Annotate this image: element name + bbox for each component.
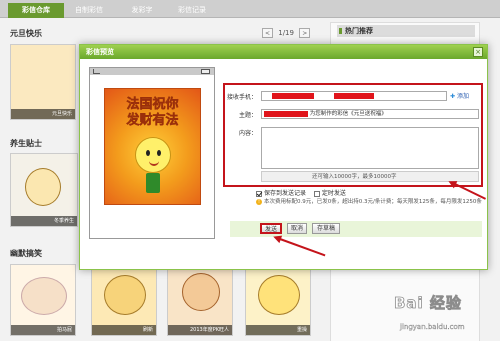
card-funny-3[interactable]: 2013年度PK旺人: [167, 264, 233, 336]
tab-mms-records[interactable]: 彩信记录: [166, 3, 218, 18]
eye-left: [146, 150, 150, 156]
plus-icon: ✚: [450, 93, 456, 100]
recipient-input[interactable]: [261, 91, 447, 101]
top-tab-bar: 彩信仓库 自制彩信 发彩字 彩信记录: [0, 0, 500, 18]
card-newyear[interactable]: 元旦快乐: [10, 44, 76, 120]
card-caption: 冬季养生: [11, 216, 77, 226]
phone-preview: 法国祝你 发财有法: [89, 67, 215, 239]
save-draft-button[interactable]: 存草稿: [312, 223, 340, 234]
mascot-body: [146, 173, 160, 193]
cat-face-icon: [21, 277, 67, 315]
compose-form: 接收手机： ✚ 添加 主题： 为您制作的彩信《元旦送祝福》 内容： 还可输入10…: [223, 83, 483, 187]
info-icon: !: [256, 199, 262, 205]
card-funny-2[interactable]: 刷新: [91, 264, 157, 336]
timed-send-checkbox[interactable]: [313, 190, 320, 197]
options-row: 保存到发送记录 定时发送: [256, 188, 346, 197]
hot-recommend-title: 热门推荐: [337, 25, 475, 37]
section-title-health: 养生贴士: [10, 139, 42, 148]
signal-icon: [93, 69, 100, 74]
eye-right: [157, 150, 161, 156]
cancel-button[interactable]: 取消: [287, 223, 307, 234]
section-title-funny: 幽默搞笑: [10, 249, 42, 258]
recipient-label: 接收手机：: [227, 94, 258, 101]
save-record-label: 保存到发送记录: [264, 190, 307, 197]
tab-diy-mms[interactable]: 自制彩信: [64, 3, 114, 18]
add-label: 添加: [456, 93, 469, 100]
subject-label: 主题：: [238, 112, 257, 119]
card-caption: 重操: [246, 325, 310, 335]
character-face-icon: [182, 273, 220, 311]
card-funny-4[interactable]: 重操: [245, 264, 311, 336]
watermark-logo: Bai 经验: [394, 294, 462, 313]
timed-send-label: 定时发送: [321, 190, 346, 197]
fee-note-text: 本次费用标配0.9元，已发0条，超出持0.3元/条计费；每天限发125条，每月限…: [264, 199, 482, 205]
mms-poster-image: 法国祝你 发财有法: [104, 88, 201, 205]
battery-icon: [201, 69, 210, 74]
card-caption: 元旦快乐: [11, 109, 75, 119]
sun-mascot-icon: [135, 137, 171, 173]
pager-label: 1/19: [278, 29, 294, 37]
card-health[interactable]: 冬季养生: [10, 153, 78, 227]
subject-input[interactable]: 为您制作的彩信《元旦送祝福》: [261, 109, 479, 119]
dialog-title: 彩信预览: [80, 45, 487, 59]
section-title-newyear: 元旦快乐: [10, 29, 42, 38]
content-textarea[interactable]: [261, 127, 479, 169]
poster-line-2: 发财有法: [126, 113, 179, 129]
card-funny-1[interactable]: 拍马屁: [10, 264, 76, 336]
pager-prev-button[interactable]: <: [262, 28, 273, 38]
smiley-face-icon: [258, 275, 300, 315]
add-recipient-link[interactable]: ✚ 添加: [450, 91, 469, 100]
content-label: 内容：: [238, 130, 257, 137]
mouth: [149, 161, 159, 166]
char-counter: 还可输入10000字，最多10000字: [261, 171, 479, 182]
redacted-number: [272, 92, 314, 99]
tab-send-text-art[interactable]: 发彩字: [120, 3, 164, 18]
card-caption: 2013年度PK旺人: [168, 325, 232, 335]
send-button[interactable]: 发送: [260, 223, 282, 234]
card-caption: 拍马屁: [11, 325, 75, 335]
redacted-name: [264, 110, 308, 117]
baidu-jingyan-watermark: Bai 经验 jingyan.baidu.com: [390, 292, 500, 341]
watermark-url: jingyan.baidu.com: [400, 323, 465, 331]
subject-value: 为您制作的彩信《元旦送祝福》: [309, 111, 387, 117]
redacted-number: [333, 92, 374, 99]
save-record-checkbox[interactable]: [256, 190, 262, 197]
fee-note: ! 本次费用标配0.9元，已发0条，超出持0.3元/条计费；每天限发125条，每月…: [256, 198, 482, 206]
tiger-face-icon: [104, 275, 146, 315]
card-caption: 刷新: [92, 325, 156, 335]
button-bar: 发送 取消 存草稿: [230, 221, 482, 237]
mms-preview-dialog: 彩信预览 × 法国祝你 发财有法 接收手机： ✚ 添加 主题： 为您制作的彩信《…: [79, 44, 488, 270]
close-icon[interactable]: ×: [473, 47, 483, 57]
phone-status-bar: [90, 68, 214, 75]
tab-mms-library[interactable]: 彩信仓库: [8, 3, 64, 18]
pager-next-button[interactable]: >: [299, 28, 311, 38]
cartoon-face-icon: [25, 168, 61, 206]
pager: < 1/19 >: [262, 28, 311, 38]
